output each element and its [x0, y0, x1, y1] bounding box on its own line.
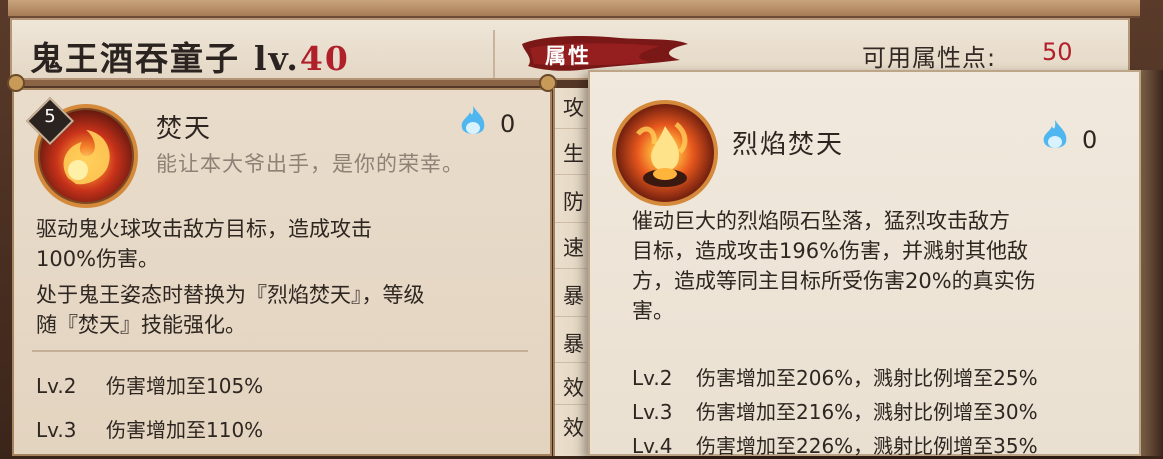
skill-cost: 0 — [500, 110, 516, 138]
tooltip-upgrade-row: Lv.3 伤害增加至216%，溅射比例增至30% — [632, 396, 1038, 425]
attribute-divider — [555, 268, 587, 269]
upgrade-text: 伤害增加至110% — [106, 418, 264, 442]
panel-cap-ornament — [7, 74, 557, 92]
attribute-tab-label: 属性 — [545, 44, 591, 68]
attribute-label: 生 — [563, 142, 584, 166]
flaming-meteor-icon — [612, 100, 718, 206]
ghost-fire-icon — [1043, 120, 1067, 148]
attribute-divider — [555, 222, 587, 223]
tooltip-upgrade-row: Lv.2 伤害增加至206%，溅射比例增至25% — [632, 362, 1038, 391]
divider — [32, 350, 528, 352]
attribute-label: 攻 — [563, 96, 584, 120]
tooltip-description-line: 目标，造成攻击196%伤害，并溅射其他敌 — [632, 239, 1029, 263]
tooltip-skill-name: 烈焰焚天 — [732, 130, 845, 160]
upgrade-text: 伤害增加至226%，溅射比例增至35% — [696, 434, 1038, 458]
tooltip-skill-cost: 0 — [1082, 126, 1098, 154]
skill-description-line: 100%伤害。 — [36, 247, 160, 271]
header-divider — [493, 30, 495, 78]
skill-name: 焚天 — [156, 114, 213, 144]
points-value: 50 — [1042, 38, 1073, 66]
upgrade-level: Lv.2 — [36, 374, 77, 398]
attribute-label: 效 — [563, 416, 584, 440]
attribute-label: 速 — [563, 236, 584, 260]
skill-description-line: 处于鬼王姿态时替换为『烈焰焚天』，等级 — [36, 283, 425, 307]
attribute-label: 暴 — [563, 332, 584, 356]
attribute-divider — [555, 362, 587, 363]
skill-description-line: 驱动鬼火球攻击敌方目标，造成攻击 — [36, 217, 372, 241]
ghost-fire-icon — [461, 106, 485, 134]
upgrade-text: 伤害增加至206%，溅射比例增至25% — [696, 366, 1038, 390]
upgrade-text: 伤害增加至105% — [106, 374, 264, 398]
upgrade-text: 伤害增加至216%，溅射比例增至30% — [696, 400, 1038, 424]
skill-level-text: 5 — [44, 106, 56, 127]
upgrade-level: Lv.3 — [632, 400, 673, 424]
upgrade-level: Lv.4 — [632, 434, 673, 458]
top-border — [8, 0, 1140, 18]
attribute-divider — [555, 128, 587, 129]
upgrade-level: Lv.2 — [632, 366, 673, 390]
attribute-divider — [555, 316, 587, 317]
tooltip-description-line: 方，造成等同主目标所受伤害20%的真实伤 — [632, 269, 1036, 293]
tooltip-description-line: 催动巨大的烈焰陨石坠落，猛烈攻击敌方 — [632, 209, 1010, 233]
attribute-label: 效 — [563, 376, 584, 400]
meteor-flame-icon — [636, 122, 688, 187]
attribute-label: 暴 — [563, 284, 584, 308]
tooltip-upgrade-row: Lv.4 伤害增加至226%，溅射比例增至35% — [632, 430, 1038, 459]
skill-quote: 能让本大爷出手，是你的荣幸。 — [156, 152, 464, 176]
upgrade-row: Lv.2 伤害增加至105% — [36, 370, 263, 399]
attribute-label: 防 — [563, 190, 584, 214]
upgrade-level: Lv.3 — [36, 418, 77, 442]
tooltip-description-line: 害。 — [632, 299, 674, 323]
attribute-divider — [555, 174, 587, 175]
upgrade-row: Lv.3 伤害增加至110% — [36, 414, 263, 443]
points-label: 可用属性点: — [862, 44, 997, 72]
skill-description-line: 随『焚天』技能强化。 — [36, 313, 246, 337]
attribute-divider — [555, 404, 587, 405]
